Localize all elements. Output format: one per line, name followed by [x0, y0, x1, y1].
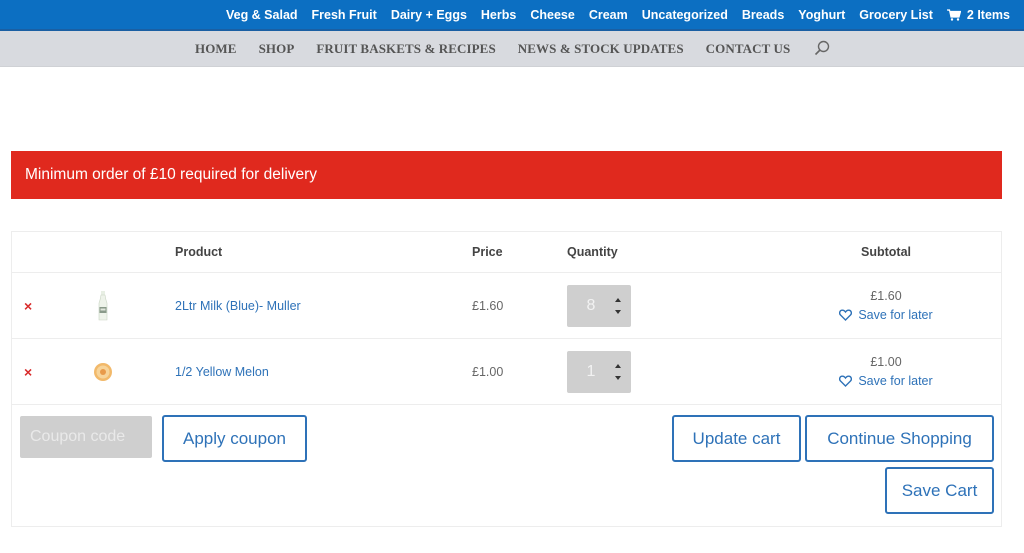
continue-shopping-button[interactable]: Continue Shopping — [805, 415, 994, 462]
quantity-cell — [567, 339, 647, 404]
cart-link[interactable]: 2 Items — [946, 7, 1010, 22]
nav-shop[interactable]: SHOP — [259, 41, 295, 57]
product-thumbnail[interactable] — [90, 339, 116, 404]
cart-count: 2 Items — [966, 7, 1010, 22]
table-header: Product Price Quantity Subtotal — [12, 232, 1001, 273]
coupon-code-input[interactable] — [20, 416, 152, 458]
header-product: Product — [175, 245, 223, 259]
quantity-cell — [567, 273, 647, 338]
product-link[interactable]: 2Ltr Milk (Blue)- Muller — [175, 273, 435, 338]
header-subtotal: Subtotal — [861, 245, 911, 259]
nav-contact-us[interactable]: CONTACT US — [706, 41, 791, 57]
milk-bottle-icon — [98, 290, 108, 320]
spinner-up-icon[interactable] — [614, 363, 622, 369]
notice-text: Minimum order of £10 required for delive… — [25, 166, 318, 183]
quantity-input[interactable] — [567, 362, 615, 381]
product-thumbnail[interactable] — [90, 273, 116, 338]
save-for-later-link[interactable]: Save for later — [839, 308, 933, 322]
quantity-input[interactable] — [567, 296, 615, 315]
remove-item-button[interactable]: × — [24, 339, 44, 404]
heart-icon — [839, 375, 853, 387]
subtotal-amount: £1.60 — [870, 289, 902, 303]
save-for-later-link[interactable]: Save for later — [839, 374, 933, 388]
search-button[interactable] — [814, 40, 830, 60]
topbar-link-yoghurt[interactable]: Yoghurt — [798, 8, 845, 22]
nav-news-stock-updates[interactable]: NEWS & STOCK UPDATES — [518, 41, 684, 57]
subtotal-cell: £1.00 Save for later — [812, 339, 960, 404]
subtotal-amount: £1.00 — [870, 355, 902, 369]
spinner-down-icon[interactable] — [614, 375, 622, 381]
quantity-spinner[interactable] — [613, 297, 623, 315]
remove-item-button[interactable]: × — [24, 273, 44, 338]
apply-coupon-button[interactable]: Apply coupon — [162, 415, 307, 462]
min-order-notice: Minimum order of £10 required for delive… — [11, 151, 1002, 199]
topbar-link-veg-salad[interactable]: Veg & Salad — [226, 8, 298, 22]
save-cart-button[interactable]: Save Cart — [885, 467, 994, 514]
product-price: £1.60 — [472, 298, 504, 313]
search-icon — [815, 40, 830, 56]
spinner-up-icon[interactable] — [614, 297, 622, 303]
header-price: Price — [472, 245, 503, 259]
topbar-link-cream[interactable]: Cream — [589, 8, 628, 22]
nav-home[interactable]: HOME — [195, 41, 237, 57]
product-price: £1.00 — [472, 364, 504, 379]
topbar-link-uncategorized[interactable]: Uncategorized — [642, 8, 728, 22]
topbar-link-fresh-fruit[interactable]: Fresh Fruit — [312, 8, 377, 22]
quantity-stepper[interactable] — [567, 350, 631, 393]
product-link[interactable]: 1/2 Yellow Melon — [175, 339, 435, 404]
cart-icon — [946, 8, 961, 21]
top-category-bar: Veg & Salad Fresh Fruit Dairy + Eggs Her… — [0, 0, 1024, 31]
topbar-link-cheese[interactable]: Cheese — [530, 8, 574, 22]
cart-table: Product Price Quantity Subtotal × 2Ltr M… — [11, 231, 1002, 527]
header-quantity: Quantity — [567, 245, 618, 259]
nav-fruit-baskets-recipes[interactable]: FRUIT BASKETS & RECIPES — [316, 41, 495, 57]
topbar-link-herbs[interactable]: Herbs — [481, 8, 516, 22]
topbar-link-grocery-list[interactable]: Grocery List — [859, 8, 933, 22]
heart-icon — [839, 309, 853, 321]
subtotal-cell: £1.60 Save for later — [812, 273, 960, 338]
update-cart-button[interactable]: Update cart — [672, 415, 801, 462]
save-for-later-label: Save for later — [858, 308, 933, 322]
spinner-down-icon[interactable] — [614, 309, 622, 315]
topbar-link-dairy-eggs[interactable]: Dairy + Eggs — [391, 8, 467, 22]
quantity-spinner[interactable] — [613, 363, 623, 381]
melon-icon — [94, 362, 112, 381]
topbar-link-breads[interactable]: Breads — [742, 8, 784, 22]
quantity-stepper[interactable] — [567, 284, 631, 327]
table-row: × 1/2 Yellow Melon £1.00 £1.00 — [12, 339, 1001, 405]
save-for-later-label: Save for later — [858, 374, 933, 388]
table-row: × 2Ltr Milk (Blue)- Muller £1.60 £1.60 — [12, 273, 1001, 339]
main-nav: HOME SHOP FRUIT BASKETS & RECIPES NEWS &… — [0, 31, 1024, 67]
